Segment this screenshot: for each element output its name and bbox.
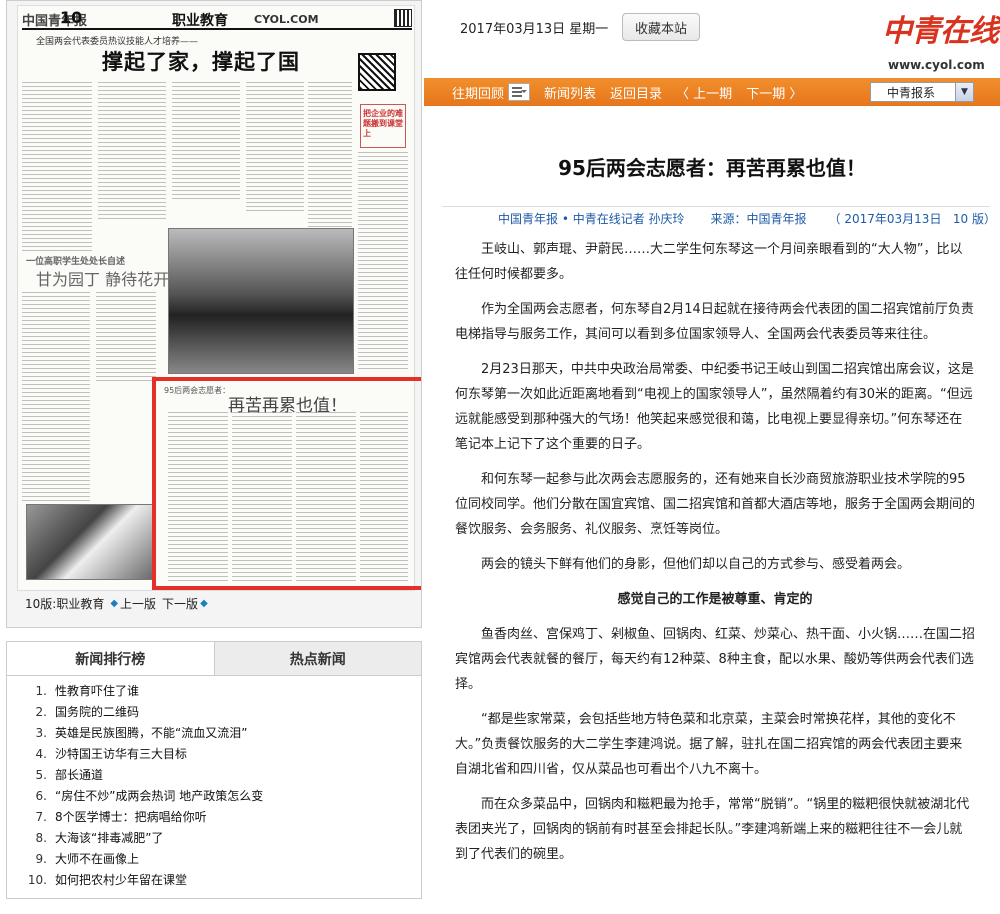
text-column [96, 292, 156, 382]
rank-title: 8个医学博士：把病唱给你听 [55, 810, 207, 824]
nav-news-list[interactable]: 新闻列表 [544, 83, 596, 102]
paper-select[interactable]: 中青报系 ▼ [870, 82, 974, 102]
favorite-button[interactable]: 收藏本站 [622, 13, 700, 41]
qr-code-icon [358, 53, 396, 91]
rank-number: 4. [35, 746, 47, 761]
rank-title: 英雄是民族图腾，不能“流血又流泪” [55, 726, 248, 740]
rank-list-item[interactable]: 10. 如何把农村少年留在课堂 [27, 869, 421, 890]
arrow-right-icon: ◆ [200, 597, 208, 609]
rank-list-item[interactable]: 3. 英雄是民族图腾，不能“流血又流泪” [27, 722, 421, 743]
rank-number: 3. [35, 725, 47, 740]
rank-list-item[interactable]: 9. 大师不在画像上 [27, 848, 421, 869]
page-number: 10 [60, 8, 83, 27]
chevron-down-icon: ▼ [955, 83, 973, 101]
rank-list-item[interactable]: 5. 部长通道 [27, 764, 421, 785]
byline-source: 中国青年报 • 中青在线记者 孙庆玲 [498, 212, 685, 226]
article-paragraph: “都是些家常菜，会包括些地方特色菜和北京菜，主菜会时常换花样，其他的变化不大。”… [455, 712, 963, 777]
nav-next-issue[interactable]: 下一期 〉 [746, 83, 802, 102]
prev-page-label: 上一版 [120, 596, 157, 611]
article-body: 王岐山、郭声琨、尹蔚民……大二学生何东琴这一个月间亲眼看到的“大人物”，比以往任… [455, 237, 975, 877]
site-logo-url: www.cyol.com [888, 58, 985, 72]
rank-list: 1. 性教育吓住了谁 2. 国务院的二维码 3. 英雄是民族图腾，不能“流血又流泪” 4. 沙… [7, 676, 421, 890]
highlighted-story-kicker: 95后两会志愿者： [164, 386, 231, 395]
text-column [246, 82, 304, 212]
rank-number: 6. [35, 788, 47, 803]
next-page-label: 下一版 [162, 596, 199, 611]
rank-number: 5. [35, 767, 47, 782]
article-paragraph: 作为全国两会志愿者，何东琴自2月14日起就在接待两会代表团的国二招宾馆前厅负责电… [455, 302, 974, 342]
divider [442, 206, 990, 207]
newspaper-masthead: 中国青年报 10 职业教育 CYOL.COM [22, 8, 412, 30]
side-box-title: 把企业的难题搬到课堂上 [363, 109, 403, 138]
rank-title: 大海该“排毒减肥”了 [55, 831, 164, 845]
site-logo[interactable]: 中青在线 [882, 6, 999, 50]
article-title: 95后两会志愿者：再苦再累也值！ [558, 156, 866, 180]
rank-title: 部长通道 [55, 768, 104, 782]
rank-title: “房住不炒”成两会热词 地产政策怎么变 [55, 789, 264, 803]
rank-number: 7. [35, 809, 47, 824]
rank-number: 1. [35, 683, 47, 698]
text-column [172, 82, 240, 202]
rank-title: 大师不在画像上 [55, 852, 140, 866]
nav-back-to-index[interactable]: 返回目录 [610, 83, 662, 102]
article-paragraph: 两会的镜头下鲜有他们的身影，但他们却以自己的方式参与、感受着两会。 [481, 557, 911, 572]
article-paragraph: 王岐山、郭声琨、尹蔚民……大二学生何东琴这一个月间亲眼看到的“大人物”，比以往任… [455, 242, 963, 282]
nav-archive[interactable]: 往期回顾 [452, 83, 504, 102]
tab-news-ranking[interactable]: 新闻排行榜 [7, 642, 214, 675]
rank-list-item[interactable]: 4. 沙特国王访华有三大目标 [27, 743, 421, 764]
news-photo[interactable] [26, 504, 156, 580]
rank-title: 如何把农村少年留在课堂 [55, 873, 188, 887]
current-date: 2017年03月13日 星期一 [460, 22, 609, 37]
rank-list-item[interactable]: 8. 大海该“排毒减肥”了 [27, 827, 421, 848]
rank-list-item[interactable]: 2. 国务院的二维码 [27, 701, 421, 722]
arrow-left-icon: ◆ [110, 597, 119, 609]
rank-number: 8. [35, 830, 47, 845]
masthead-qr-icon [394, 9, 412, 27]
current-page-label: 10版:职业教育 [25, 596, 105, 611]
article-paragraph: 和何东琴一起参与此次两会志愿服务的，还有她来自长沙商贸旅游职业技术学院的95位同… [455, 472, 976, 537]
nav-prev-issue[interactable]: 〈 上一期 [676, 83, 732, 102]
rank-tabs: 新闻排行榜 热点新闻 [7, 642, 421, 676]
main-navbar: 往期回顾 新闻列表 返回目录 〈 上一期 下一期 〉 中青报系 ▼ [424, 78, 1000, 106]
subhead-title[interactable]: 甘为园丁 静待花开 [36, 266, 169, 290]
highlighted-story-title: 再苦再累也值！ [228, 396, 347, 416]
article-paragraph: 而在众多菜品中，回锅肉和糍粑最为抢手，常常“脱销”。“锅里的糍粑很快就被湖北代表… [455, 797, 970, 862]
page-headline[interactable]: 撑起了家，撑起了国 [102, 46, 300, 76]
next-page-link[interactable]: 下一版 ◆ [162, 595, 208, 612]
rank-title: 性教育吓住了谁 [55, 684, 140, 698]
highlighted-story-box[interactable]: 95后两会志愿者： 再苦再累也值！ [152, 377, 421, 590]
rank-number: 2. [35, 704, 47, 719]
section-name: 职业教育 [172, 13, 228, 29]
article-paragraph: 2月23日那天，中共中央政治局常委、中纪委书记王岐山到国二招宾馆出席会议，这是何… [455, 362, 974, 452]
byline-origin: 来源：中国青年报 [710, 212, 807, 226]
article-subheading: 感觉自己的工作是被尊重、肯定的 [617, 592, 813, 607]
tab-hot-news[interactable]: 热点新闻 [213, 642, 421, 675]
text-column [308, 82, 352, 227]
news-rank-panel: 新闻排行榜 热点新闻 1. 性教育吓住了谁 2. 国务院的二维码 3. 英雄是民族图腾，不… [6, 641, 422, 899]
rank-list-item[interactable]: 7. 8个医学博士：把病唱给你听 [27, 806, 421, 827]
rank-list-item[interactable]: 6. “房住不炒”成两会热词 地产政策怎么变 [27, 785, 421, 806]
prev-page-link[interactable]: ◆ 上一版 [110, 595, 156, 612]
text-column [22, 292, 90, 502]
site-header: 2017年03月13日 星期一 收藏本站 中青在线 www.cyol.com [424, 0, 1000, 78]
byline-date: （ 2017年03月13日 10 版） [828, 212, 996, 226]
rank-list-item[interactable]: 1. 性教育吓住了谁 [27, 680, 421, 701]
rank-number: 9. [35, 851, 47, 866]
page-nav: 10版:职业教育 ◆ 上一版 下一版 ◆ [25, 595, 208, 611]
text-column [22, 82, 92, 252]
news-photo[interactable] [168, 228, 354, 374]
masthead-site: CYOL.COM [254, 13, 319, 26]
rank-title: 国务院的二维码 [55, 705, 140, 719]
side-box[interactable]: 把企业的难题搬到课堂上 [360, 104, 406, 148]
article-paragraph: 鱼香肉丝、宫保鸡丁、剁椒鱼、回锅肉、红菜、炒菜心、热干面、小火锅……在国二招宾馆… [455, 627, 976, 692]
newspaper-page-frame: 中国青年报 10 职业教育 CYOL.COM 全国两会代表委员热议技能人才培养—… [6, 0, 422, 628]
paper-select-value: 中青报系 [887, 85, 936, 100]
list-menu-icon[interactable] [508, 83, 531, 101]
text-column [98, 82, 166, 222]
rank-title: 沙特国王访华有三大目标 [55, 747, 188, 761]
article-byline: 中国青年报 • 中青在线记者 孙庆玲 来源：中国青年报 （ 2017年03月13… [424, 210, 1000, 227]
text-column [358, 152, 408, 372]
rank-number: 10. [27, 872, 47, 887]
